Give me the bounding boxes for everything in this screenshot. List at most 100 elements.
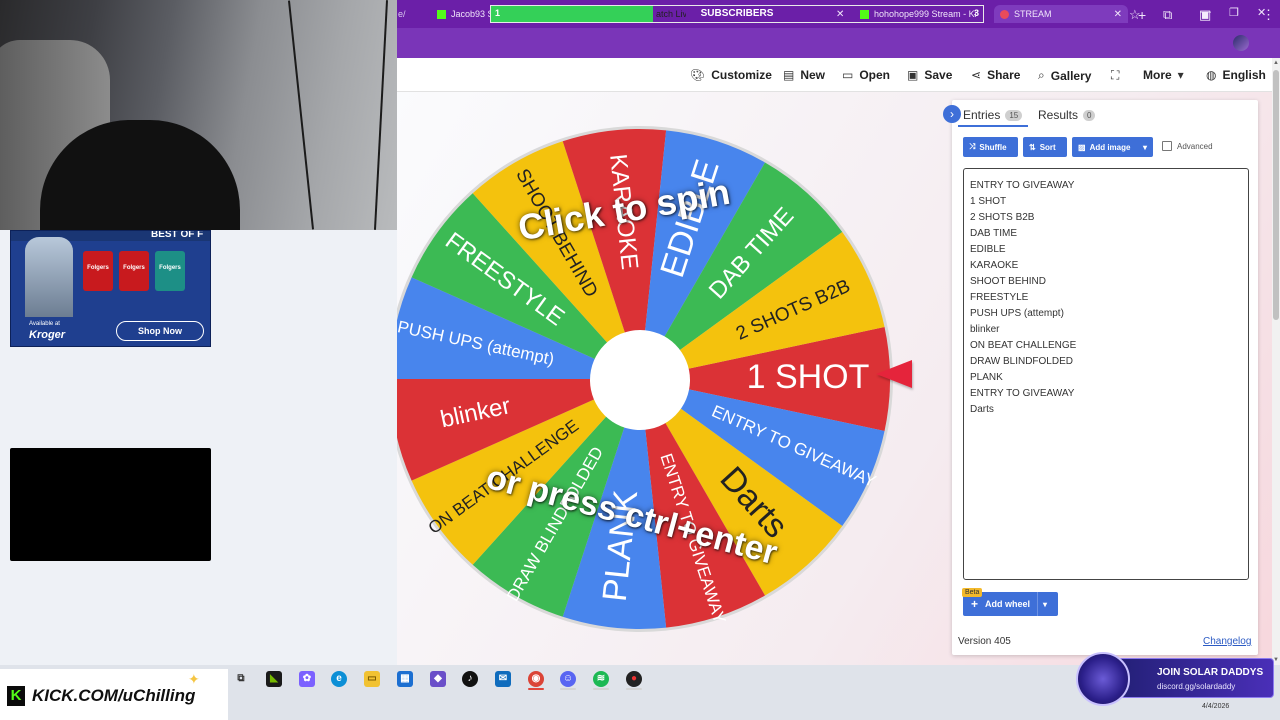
gallery-button[interactable]: ⌕ Gallery xyxy=(1038,68,1091,83)
kick-channel-url: KICK.COM/uChilling xyxy=(32,686,196,705)
entry-line: PUSH UPS (attempt) xyxy=(970,308,1064,319)
entry-line: 1 SHOT xyxy=(970,196,1007,207)
advanced-toggle[interactable]: Advanced xyxy=(1162,141,1213,151)
version-label: Version 405 xyxy=(958,636,1011,647)
entry-line: ENTRY TO GIVEAWAY xyxy=(970,388,1075,399)
tab-results[interactable]: Results 0 xyxy=(1038,108,1096,122)
caret-down-icon: ▾ xyxy=(1142,142,1147,152)
share-icon: ⋖ xyxy=(971,68,982,82)
globe-icon: ◍ xyxy=(1206,68,1217,82)
wheel-center-hub[interactable] xyxy=(590,330,690,430)
tab-close-icon[interactable]: ✕ xyxy=(836,5,844,23)
add-image-button[interactable]: ▨ Add image ▾ xyxy=(1072,137,1153,157)
floppy-disk-icon: ▣ xyxy=(907,68,919,82)
task-view-icon[interactable]: ⧉ xyxy=(233,671,249,687)
tab-entries[interactable]: Entries 15 xyxy=(963,108,1023,122)
tab-close-icon[interactable]: ✕ xyxy=(1108,9,1122,20)
nvidia-app-icon[interactable]: ◣ xyxy=(266,671,282,687)
entry-line: Darts xyxy=(970,404,994,415)
address-bar[interactable] xyxy=(397,28,1280,58)
folder-icon: ▭ xyxy=(842,68,854,82)
ad-model-image xyxy=(25,237,73,317)
folgers-can: Folgers xyxy=(119,251,149,291)
discord-icon[interactable]: ☺ xyxy=(560,671,576,687)
entry-line: SHOOT BEHIND xyxy=(970,276,1046,287)
kroger-logo: Kroger xyxy=(29,329,66,341)
store-icon[interactable]: ▦ xyxy=(397,671,413,687)
caret-down-icon: ▾ xyxy=(1177,68,1184,82)
kick-favicon-icon xyxy=(860,9,869,19)
sidebar-panel-icon[interactable]: ▣ xyxy=(1199,7,1211,23)
save-button[interactable]: ▣ Save xyxy=(907,68,952,82)
spotify-icon[interactable]: ≋ xyxy=(593,671,609,687)
game-app-icon[interactable]: ◆ xyxy=(430,671,446,687)
scroll-up-icon[interactable]: ▲ xyxy=(1273,60,1279,66)
browser-tab-partial[interactable]: e/ xyxy=(398,5,412,23)
sort-icon: ⇅ xyxy=(1029,142,1036,152)
copilot-icon[interactable]: ✿ xyxy=(299,671,315,687)
wheel-favicon-icon xyxy=(1000,9,1009,19)
browser-tab-stream[interactable]: STREAM ✕ xyxy=(994,5,1128,23)
entry-line: PLANK xyxy=(970,372,1003,383)
file-explorer-icon[interactable]: ▭ xyxy=(364,671,380,687)
sparkle-icon: ✦ xyxy=(188,671,200,687)
entries-textarea[interactable]: ENTRY TO GIVEAWAY 1 SHOT 2 SHOTS B2B DAB… xyxy=(963,168,1249,580)
entry-line: ENTRY TO GIVEAWAY xyxy=(970,180,1075,191)
shuffle-button[interactable]: ⤨ Shuffle xyxy=(963,137,1018,157)
bookmark-star-icon[interactable]: ☆ xyxy=(1129,7,1141,23)
stream-overlay-blank-panel xyxy=(10,448,211,561)
entry-line: blinker xyxy=(970,324,1000,335)
browser-tab-jacob93[interactable]: Jacob93 St xyxy=(437,5,491,23)
entry-line: EDIBLE xyxy=(970,244,1006,255)
more-menu-button[interactable]: More ▾ xyxy=(1143,68,1184,82)
edge-browser-icon[interactable]: e xyxy=(331,671,347,687)
shuffle-icon: ⤨ xyxy=(969,142,976,151)
restore-icon[interactable]: ❐ xyxy=(1229,6,1239,19)
chrome-icon[interactable]: ◉ xyxy=(528,671,544,687)
share-button[interactable]: ⋖ Share xyxy=(971,68,1020,82)
caret-down-icon[interactable]: ▾ xyxy=(1038,600,1052,609)
wheel-slice-label: 1 SHOT xyxy=(747,358,870,396)
webcam-feed xyxy=(0,0,397,230)
browser-tab-watch-live[interactable]: atch Liv xyxy=(656,5,686,23)
results-count-badge: 0 xyxy=(1083,109,1096,121)
open-button[interactable]: ▭ Open xyxy=(842,68,890,82)
kick-logo-icon: K xyxy=(7,686,25,706)
folgers-can: Folgers xyxy=(155,251,185,291)
page-scrollbar[interactable] xyxy=(1272,58,1280,665)
folgers-kroger-ad[interactable]: BEST OF F Folgers Folgers Folgers Availa… xyxy=(10,230,211,347)
ad-headline: BEST OF F xyxy=(151,230,204,240)
fullscreen-button[interactable]: ⛶ xyxy=(1111,68,1119,83)
beta-badge: Beta xyxy=(962,588,983,597)
tiktok-icon[interactable]: ♪ xyxy=(462,671,478,687)
scrollbar-thumb[interactable] xyxy=(1273,70,1279,320)
entry-line: 2 SHOTS B2B xyxy=(970,212,1035,223)
solar-discord-link: discord.gg/solardaddy xyxy=(1157,682,1236,691)
entry-line: DAB TIME xyxy=(970,228,1018,239)
extensions-puzzle-icon[interactable]: ⧉ xyxy=(1163,7,1172,23)
customize-button[interactable]: 🎨︎ Customize xyxy=(690,68,772,82)
browser-tab-hohohope999[interactable]: hohohope999 Stream - Ki xyxy=(860,5,990,23)
profile-avatar[interactable] xyxy=(1233,35,1249,51)
collapse-panel-chevron-icon[interactable]: › xyxy=(943,105,961,123)
discord-badge-icon xyxy=(1076,652,1130,706)
active-tab-indicator xyxy=(958,125,1028,127)
available-at-label: Available at xyxy=(29,321,60,327)
shop-now-button[interactable]: Shop Now xyxy=(116,321,204,341)
image-icon: ▨ xyxy=(1078,142,1086,152)
changelog-link[interactable]: Changelog xyxy=(1203,636,1251,647)
outlook-icon[interactable]: ✉ xyxy=(495,671,511,687)
entry-line: FREESTYLE xyxy=(970,292,1029,303)
folgers-can: Folgers xyxy=(83,251,113,291)
sort-button[interactable]: ⇅ Sort xyxy=(1023,137,1067,157)
language-button[interactable]: ◍ English xyxy=(1206,68,1266,82)
advanced-checkbox[interactable] xyxy=(1162,141,1172,151)
entry-line: DRAW BLINDFOLDED xyxy=(970,356,1073,367)
new-file-icon: ▤ xyxy=(783,68,795,82)
plus-icon: + xyxy=(971,597,979,611)
browser-menu-icon[interactable]: ⋮ xyxy=(1262,7,1275,23)
entries-count-badge: 15 xyxy=(1005,109,1023,121)
new-button[interactable]: ▤ New xyxy=(783,68,825,82)
obs-icon[interactable]: ● xyxy=(626,671,642,687)
wheel-pointer-icon xyxy=(876,360,912,388)
